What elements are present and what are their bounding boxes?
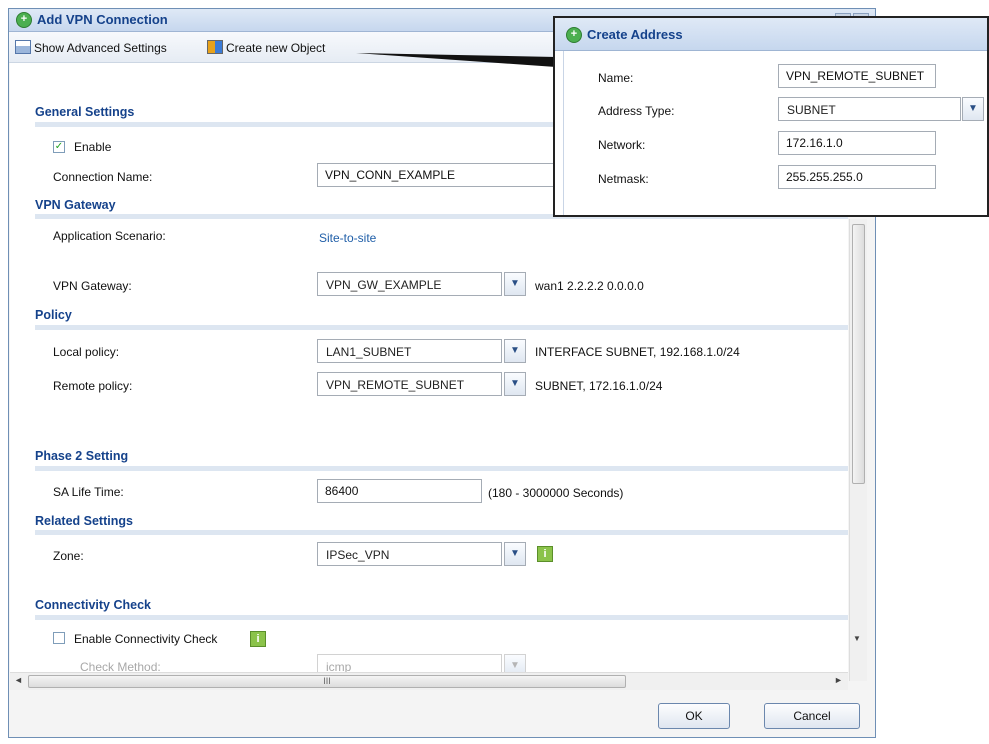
address-type-label: Address Type:	[598, 104, 675, 118]
cancel-button[interactable]: Cancel	[764, 703, 860, 729]
remote-policy-label: Remote policy:	[53, 379, 133, 393]
application-scenario-label: Application Scenario:	[53, 229, 166, 243]
check-method-select[interactable]: icmp ▼	[317, 654, 526, 672]
zone-select[interactable]: IPSec_VPN ▼	[317, 542, 526, 566]
application-scenario-value: Site-to-site	[319, 231, 377, 245]
create-address-popup: + Create Address Name: VPN_REMOTE_SUBNET…	[553, 16, 989, 217]
local-policy-info: INTERFACE SUBNET, 192.168.1.0/24	[535, 345, 740, 359]
chevron-down-icon[interactable]: ▼	[504, 339, 526, 363]
ok-button[interactable]: OK	[658, 703, 730, 729]
window-title: Add VPN Connection	[37, 12, 168, 27]
show-advanced-label: Show Advanced Settings	[34, 41, 167, 55]
vertical-scrollbar[interactable]: ▼	[849, 219, 867, 681]
sa-life-time-hint: (180 - 3000000 Seconds)	[488, 486, 624, 500]
show-advanced-settings-button[interactable]: Show Advanced Settings	[15, 40, 167, 55]
vpn-gateway-heading: VPN Gateway	[35, 198, 116, 212]
scroll-left-icon[interactable]: ◄	[14, 675, 23, 685]
zone-label: Zone:	[53, 549, 84, 563]
horizontal-scrollbar[interactable]: ◄ III ►	[10, 672, 848, 690]
address-type-select[interactable]: SUBNET ▼	[778, 97, 984, 121]
chevron-down-icon[interactable]: ▼	[504, 654, 526, 672]
vpn-gateway-label: VPN Gateway:	[53, 279, 132, 293]
address-name-label: Name:	[598, 71, 634, 85]
object-icon	[207, 40, 223, 54]
connection-name-label: Connection Name:	[53, 170, 153, 184]
scroll-down-icon[interactable]: ▼	[853, 634, 861, 643]
info-icon[interactable]: i	[250, 631, 266, 647]
remote-policy-info: SUBNET, 172.16.1.0/24	[535, 379, 663, 393]
section-divider	[35, 325, 848, 330]
chevron-down-icon[interactable]: ▼	[504, 272, 526, 296]
netmask-input[interactable]: 255.255.255.0	[778, 165, 936, 189]
add-icon: +	[16, 12, 32, 28]
check-method-select-value: icmp	[317, 654, 502, 672]
create-new-object-label: Create new Object	[226, 41, 326, 55]
remote-policy-select-value: VPN_REMOTE_SUBNET	[317, 372, 502, 396]
local-policy-select-value: LAN1_SUBNET	[317, 339, 502, 363]
local-policy-label: Local policy:	[53, 345, 120, 359]
create-new-object-button[interactable]: Create new Object	[207, 40, 325, 55]
scroll-right-icon[interactable]: ►	[834, 675, 843, 685]
vpn-gateway-select-value: VPN_GW_EXAMPLE	[317, 272, 502, 296]
vpn-gateway-info: wan1 2.2.2.2 0.0.0.0	[535, 279, 644, 293]
chevron-down-icon[interactable]: ▼	[504, 542, 526, 566]
chevron-down-icon[interactable]: ▼	[504, 372, 526, 396]
popup-title: Create Address	[587, 27, 683, 42]
enable-connectivity-check-label: Enable Connectivity Check	[74, 632, 218, 646]
address-type-select-value: SUBNET	[778, 97, 961, 121]
network-label: Network:	[598, 138, 646, 152]
local-policy-select[interactable]: LAN1_SUBNET ▼	[317, 339, 526, 363]
horizontal-scroll-thumb[interactable]: III	[28, 675, 626, 688]
phase-2-setting-heading: Phase 2 Setting	[35, 449, 129, 463]
enable-connectivity-check-checkbox[interactable]	[53, 632, 65, 644]
policy-heading: Policy	[35, 308, 72, 322]
netmask-label: Netmask:	[598, 172, 649, 186]
check-icon: ✓	[54, 141, 64, 152]
address-name-input[interactable]: VPN_REMOTE_SUBNET	[778, 64, 936, 88]
popup-titlebar: + Create Address	[555, 18, 987, 51]
popup-body: Name: VPN_REMOTE_SUBNET Address Type: SU…	[563, 51, 987, 215]
zone-select-value: IPSec_VPN	[317, 542, 502, 566]
general-settings-heading: General Settings	[35, 105, 135, 119]
add-icon: +	[566, 27, 582, 43]
connectivity-check-heading: Connectivity Check	[35, 598, 152, 612]
vpn-gateway-select[interactable]: VPN_GW_EXAMPLE ▼	[317, 272, 526, 296]
info-icon[interactable]: i	[537, 546, 553, 562]
connection-name-input[interactable]: VPN_CONN_EXAMPLE	[317, 163, 577, 187]
check-method-label: Check Method:	[80, 660, 161, 672]
vertical-scroll-thumb[interactable]	[852, 224, 865, 484]
enable-label: Enable	[74, 140, 112, 154]
sa-life-time-input[interactable]: 86400	[317, 479, 482, 503]
settings-table-icon	[15, 40, 31, 54]
chevron-down-icon[interactable]: ▼	[962, 97, 984, 121]
section-divider	[35, 466, 848, 471]
network-input[interactable]: 172.16.1.0	[778, 131, 936, 155]
section-divider	[35, 530, 848, 535]
related-settings-heading: Related Settings	[35, 514, 133, 528]
remote-policy-select[interactable]: VPN_REMOTE_SUBNET ▼	[317, 372, 526, 396]
section-divider	[35, 615, 848, 620]
enable-checkbox[interactable]: ✓	[53, 141, 65, 153]
sa-life-time-label: SA Life Time:	[53, 485, 124, 499]
